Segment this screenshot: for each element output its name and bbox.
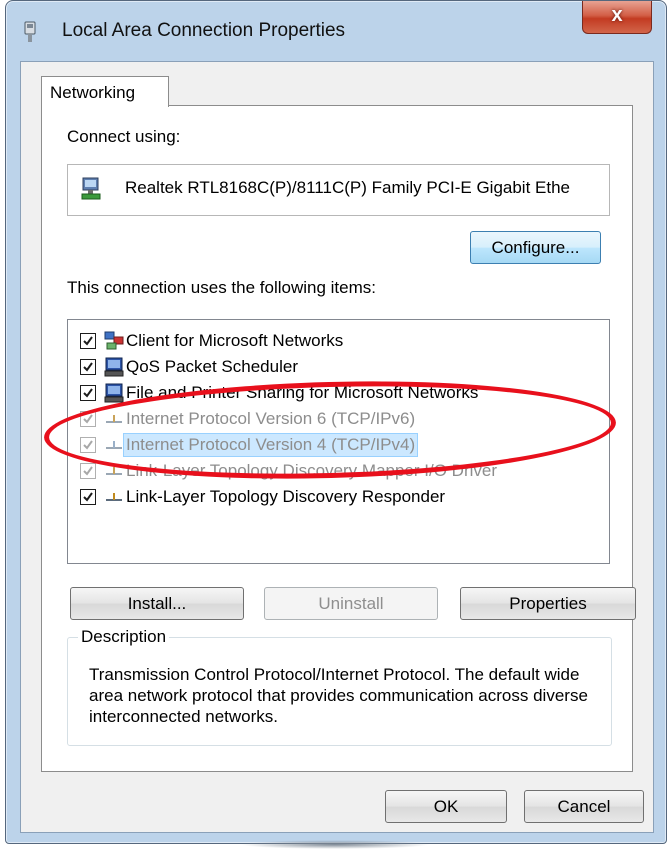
ok-button[interactable]: OK — [385, 790, 507, 823]
properties-button[interactable]: Properties — [460, 587, 636, 620]
item-label: QoS Packet Scheduler — [126, 357, 298, 376]
list-item-ipv6[interactable]: Internet Protocol Version 6 (TCP/IPv6) — [68, 407, 598, 433]
list-item-client-for-microsoft-networks[interactable]: Client for Microsoft Networks — [68, 329, 598, 355]
uninstall-button[interactable]: Uninstall — [264, 587, 438, 620]
checkbox[interactable] — [80, 463, 96, 479]
checkbox[interactable] — [80, 489, 96, 505]
install-button[interactable]: Install... — [70, 587, 244, 620]
item-label: File and Printer Sharing for Microsoft N… — [126, 383, 479, 402]
connect-using-label: Connect using: — [67, 127, 181, 146]
networking-panel: Connect using: Realtek RTL8168C(P)/8111C… — [41, 105, 636, 772]
item-label: Link-Layer Topology Discovery Mapper I/O… — [126, 461, 497, 480]
checkbox[interactable] — [80, 437, 96, 453]
title-bar[interactable]: Local Area Connection Properties x — [6, 1, 666, 59]
network-client-icon — [104, 331, 124, 350]
tab-networking[interactable]: Networking — [41, 76, 169, 107]
window-title: Local Area Connection Properties — [62, 20, 346, 41]
network-adapter-icon — [81, 177, 101, 200]
item-label: Client for Microsoft Networks — [126, 331, 344, 350]
protocol-icon — [106, 441, 122, 449]
close-button[interactable]: x — [582, 1, 652, 34]
taskbar-shadow — [240, 840, 430, 849]
list-item-file-and-printer-sharing[interactable]: File and Printer Sharing for Microsoft N… — [68, 381, 598, 407]
client-area: Networking Connect using: Realtek RTL816… — [20, 61, 654, 833]
cancel-button[interactable]: Cancel — [524, 790, 644, 823]
items-label: This connection uses the following items… — [67, 278, 376, 297]
list-item-lltd-mapper[interactable]: Link-Layer Topology Discovery Mapper I/O… — [68, 459, 598, 485]
item-label: Internet Protocol Version 6 (TCP/IPv6) — [126, 409, 416, 428]
network-service-icon — [104, 357, 124, 377]
description-group: Description Transmission Control Protoco… — [67, 627, 612, 746]
list-item-qos-packet-scheduler[interactable]: QoS Packet Scheduler — [68, 355, 598, 381]
list-item-lltd-responder[interactable]: Link-Layer Topology Discovery Responder — [68, 485, 598, 511]
checkbox[interactable] — [80, 385, 96, 401]
list-item-ipv4[interactable]: Internet Protocol Version 4 (TCP/IPv4) — [68, 433, 598, 459]
item-label: Link-Layer Topology Discovery Responder — [126, 487, 446, 506]
network-connection-icon — [24, 21, 36, 42]
adapter-field: Realtek RTL8168C(P)/8111C(P) Family PCI-… — [67, 164, 610, 216]
tab-networking-label: Networking — [50, 83, 136, 102]
description-legend: Description — [78, 627, 170, 647]
properties-dialog: Local Area Connection Properties x Netwo… — [5, 0, 667, 844]
components-list[interactable]: Client for Microsoft Networks QoS Packet… — [67, 319, 610, 564]
checkbox[interactable] — [80, 333, 96, 349]
description-text: Transmission Control Protocol/Internet P… — [89, 665, 588, 726]
checkbox[interactable] — [80, 411, 96, 427]
protocol-icon — [106, 493, 122, 501]
item-label: Internet Protocol Version 4 (TCP/IPv4) — [123, 433, 419, 457]
protocol-icon — [106, 415, 122, 423]
checkbox[interactable] — [80, 359, 96, 375]
network-service-icon — [104, 383, 124, 403]
protocol-icon — [106, 467, 122, 475]
close-icon: x — [611, 4, 623, 26]
adapter-name: Realtek RTL8168C(P)/8111C(P) Family PCI-… — [125, 178, 571, 197]
configure-button[interactable]: Configure... — [470, 231, 601, 264]
